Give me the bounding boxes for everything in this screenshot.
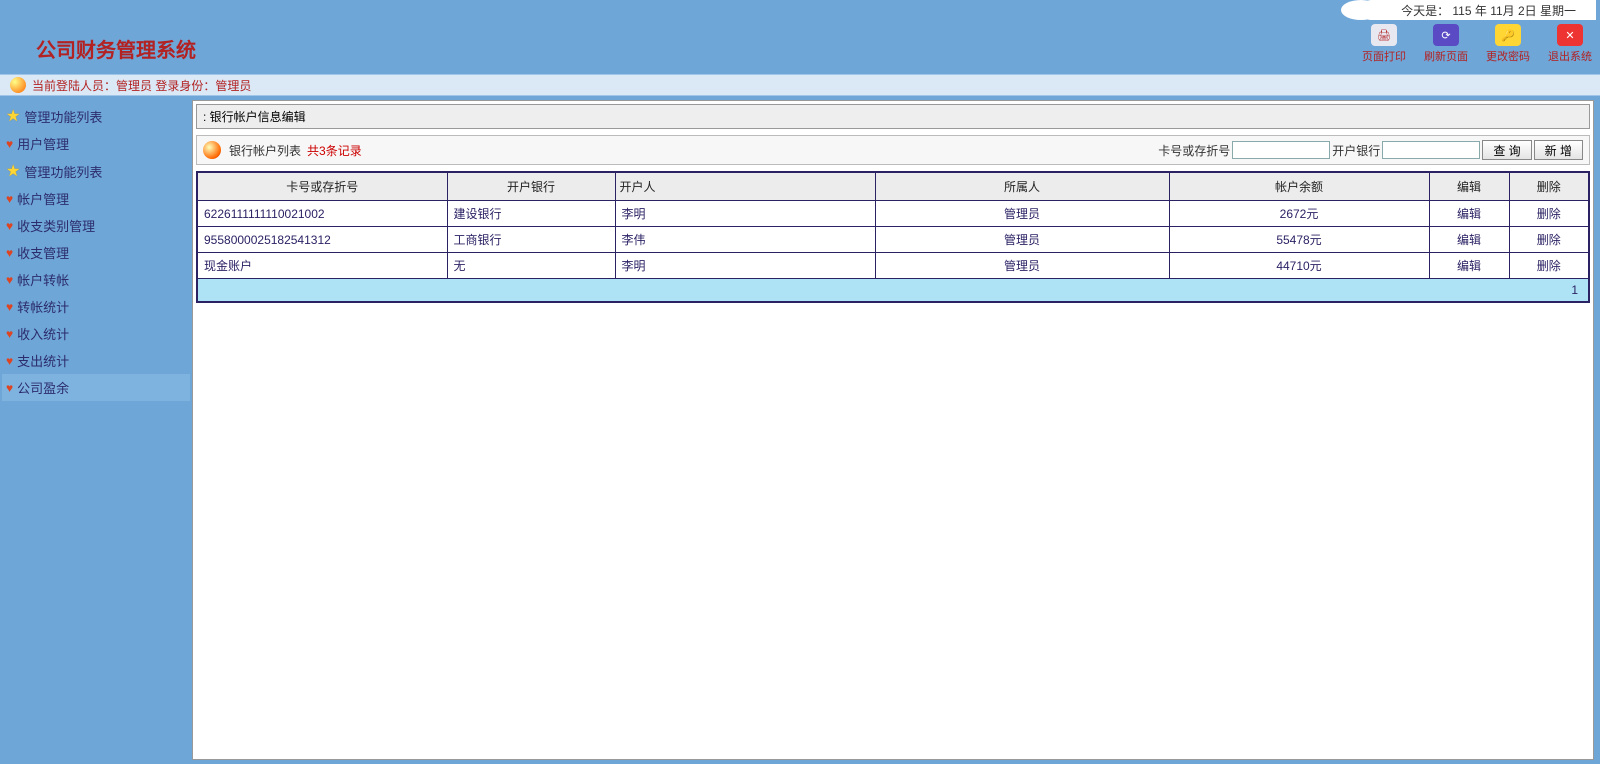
col-edit: 编辑: [1429, 172, 1509, 201]
heart-icon: ♥: [6, 381, 13, 395]
heart-icon: ♥: [6, 273, 13, 287]
sidebar-item-income-stats[interactable]: ♥收入统计: [2, 320, 190, 347]
close-icon: ✕: [1557, 24, 1583, 46]
card-label: 卡号或存折号: [1158, 142, 1230, 159]
sidebar-item-admin-functions-1[interactable]: ★管理功能列表: [2, 102, 190, 130]
star-icon: ★: [6, 161, 20, 181]
card-input[interactable]: [1232, 141, 1330, 159]
bank-input[interactable]: [1382, 141, 1480, 159]
delete-link[interactable]: 删除: [1537, 233, 1561, 247]
delete-link[interactable]: 删除: [1537, 207, 1561, 221]
edit-link[interactable]: 编辑: [1457, 233, 1481, 247]
panel-title: 银行帐户信息编辑: [196, 104, 1590, 129]
table-row: 6226111111110021002建设银行李明管理员2672元 编辑 删除: [197, 201, 1589, 227]
sidebar-item-user-mgmt[interactable]: ♥用户管理: [2, 130, 190, 157]
sidebar-item-transfer[interactable]: ♥帐户转帐: [2, 266, 190, 293]
cell-balance: 44710元: [1169, 253, 1429, 279]
cell-balance: 2672元: [1169, 201, 1429, 227]
star-icon: ★: [6, 106, 20, 126]
cell-bank: 无: [447, 253, 615, 279]
edit-link[interactable]: 编辑: [1457, 259, 1481, 273]
top-date-bar: 今天是： 115 年 11月 2日 星期一: [0, 0, 1600, 22]
query-button[interactable]: 查 询: [1482, 140, 1531, 160]
heart-icon: ♥: [6, 192, 13, 206]
refresh-button[interactable]: ⟳ 刷新页面: [1424, 24, 1468, 64]
table-row: 现金账户无李明管理员44710元 编辑 删除: [197, 253, 1589, 279]
bank-label: 开户银行: [1332, 142, 1380, 159]
sidebar-item-income-expense-mgmt[interactable]: ♥收支管理: [2, 239, 190, 266]
cell-owner: 管理员: [875, 253, 1169, 279]
main-content: 银行帐户信息编辑 银行帐户列表 共3条记录 卡号或存折号 开户银行 查 询 新 …: [192, 100, 1594, 760]
heart-icon: ♥: [6, 354, 13, 368]
refresh-icon: ⟳: [1433, 24, 1459, 46]
search-area: 卡号或存折号 开户银行 查 询 新 增: [1158, 140, 1583, 160]
sidebar-item-admin-functions-2[interactable]: ★管理功能列表: [2, 157, 190, 185]
app-title: 公司财务管理系统: [36, 34, 196, 63]
change-password-button[interactable]: 🔑 更改密码: [1486, 24, 1530, 64]
edit-link[interactable]: 编辑: [1457, 207, 1481, 221]
heart-icon: ♥: [6, 137, 13, 151]
sidebar-item-transfer-stats[interactable]: ♥转帐统计: [2, 293, 190, 320]
col-bank: 开户银行: [447, 172, 615, 201]
col-balance: 帐户余额: [1169, 172, 1429, 201]
login-status-bar: 当前登陆人员：管理员 登录身份：管理员: [0, 74, 1600, 96]
pager-row: 1: [197, 279, 1589, 303]
print-button[interactable]: 🖨 页面打印: [1362, 24, 1406, 64]
record-count: 共3条记录: [307, 142, 362, 159]
sidebar-item-expense-stats[interactable]: ♥支出统计: [2, 347, 190, 374]
delete-link[interactable]: 删除: [1537, 259, 1561, 273]
accounts-table: 卡号或存折号 开户银行 开户人 所属人 帐户余额 编辑 删除 622611111…: [196, 171, 1590, 303]
sidebar-item-company-surplus[interactable]: ♥公司盈余: [2, 374, 190, 401]
heart-icon: ♥: [6, 327, 13, 341]
lock-icon: 🔑: [1495, 24, 1521, 46]
col-card: 卡号或存折号: [197, 172, 447, 201]
cell-opener: 李明: [615, 253, 875, 279]
page-1-link[interactable]: 1: [1571, 283, 1578, 297]
cell-bank: 建设银行: [447, 201, 615, 227]
print-icon: 🖨: [1371, 24, 1397, 46]
bullet-icon: [203, 141, 221, 159]
table-header-row: 卡号或存折号 开户银行 开户人 所属人 帐户余额 编辑 删除: [197, 172, 1589, 201]
user-icon: [10, 77, 26, 93]
sidebar-item-category-mgmt[interactable]: ♥收支类别管理: [2, 212, 190, 239]
list-title: 银行帐户列表: [229, 142, 301, 159]
table-row: 9558000025182541312工商银行李伟管理员55478元 编辑 删除: [197, 227, 1589, 253]
date-display: 今天是： 115 年 11月 2日 星期一: [1361, 0, 1596, 20]
toolbar: 🖨 页面打印 ⟳ 刷新页面 🔑 更改密码 ✕ 退出系统: [1362, 24, 1592, 64]
heart-icon: ♥: [6, 246, 13, 260]
cell-opener: 李伟: [615, 227, 875, 253]
sidebar: ★管理功能列表 ♥用户管理 ★管理功能列表 ♥帐户管理 ♥收支类别管理 ♥收支管…: [0, 96, 192, 764]
col-owner: 所属人: [875, 172, 1169, 201]
add-button[interactable]: 新 增: [1534, 140, 1583, 160]
app-header: 公司财务管理系统 🖨 页面打印 ⟳ 刷新页面 🔑 更改密码 ✕ 退出系统: [0, 22, 1600, 74]
cell-card: 现金账户: [197, 253, 447, 279]
cell-opener: 李明: [615, 201, 875, 227]
cell-owner: 管理员: [875, 227, 1169, 253]
cell-card: 6226111111110021002: [197, 201, 447, 227]
cell-card: 9558000025182541312: [197, 227, 447, 253]
col-opener: 开户人: [615, 172, 875, 201]
sidebar-item-account-mgmt[interactable]: ♥帐户管理: [2, 185, 190, 212]
cell-bank: 工商银行: [447, 227, 615, 253]
heart-icon: ♥: [6, 219, 13, 233]
col-delete: 删除: [1509, 172, 1589, 201]
cell-balance: 55478元: [1169, 227, 1429, 253]
list-toolbar: 银行帐户列表 共3条记录 卡号或存折号 开户银行 查 询 新 增: [196, 135, 1590, 165]
logout-button[interactable]: ✕ 退出系统: [1548, 24, 1592, 64]
heart-icon: ♥: [6, 300, 13, 314]
cell-owner: 管理员: [875, 201, 1169, 227]
